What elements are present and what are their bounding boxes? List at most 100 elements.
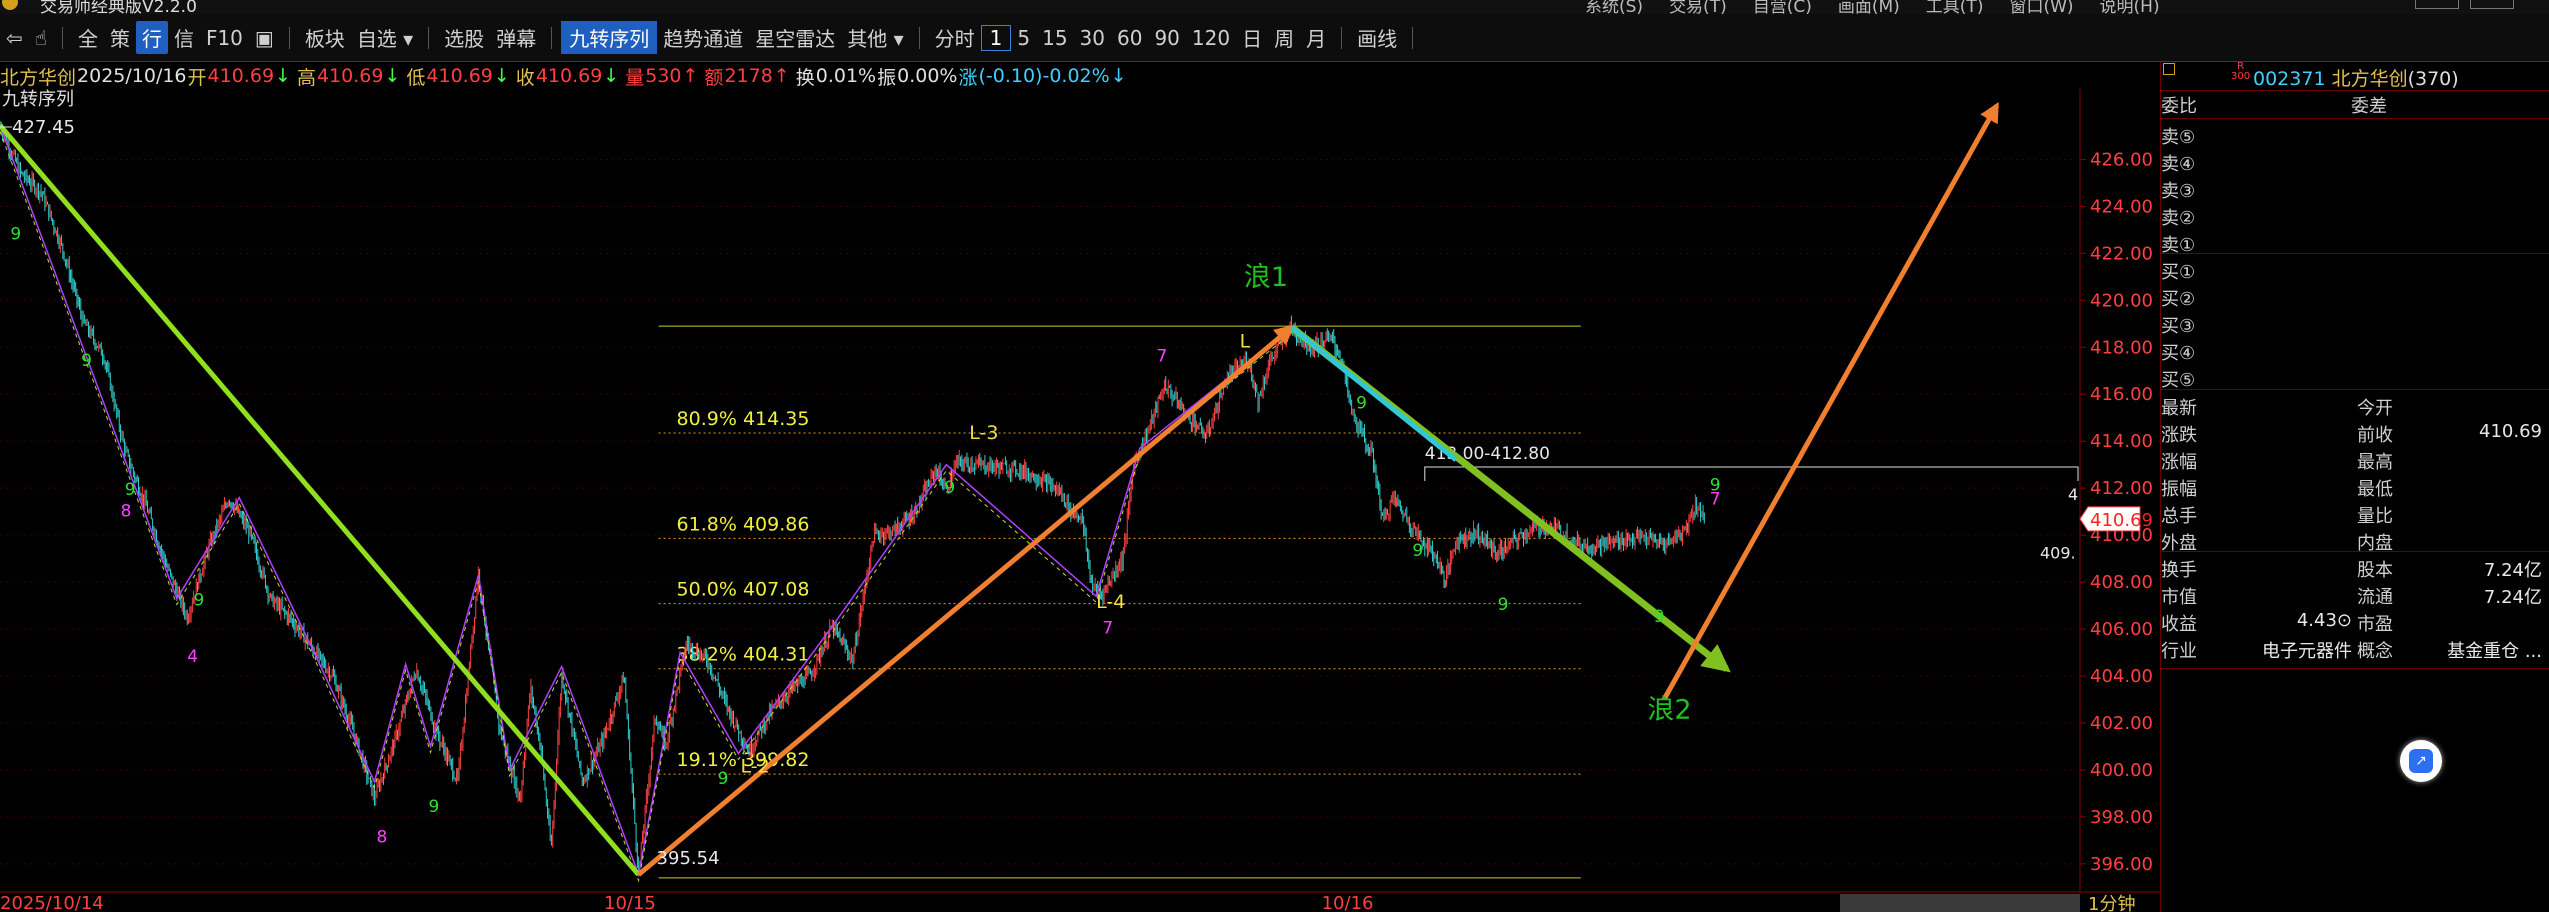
toolbar-trend-channel-button[interactable]: 趋势通道: [657, 21, 749, 54]
order-ratio-row: 委比 委差: [2161, 92, 2549, 119]
stats-label: 流通: [2357, 587, 2393, 608]
menu-item-3[interactable]: 画面(M): [1838, 0, 1900, 14]
layout-icon[interactable]: ▣: [249, 24, 280, 52]
toolbar-other-button[interactable]: 其他 ▾: [841, 21, 909, 54]
x-tick-label: 2025/10/14: [0, 893, 104, 912]
stats-label: 行业: [2161, 641, 2197, 662]
toolbar-sector-button[interactable]: 板块: [299, 21, 351, 54]
td-sequence-label: 9: [1412, 541, 1423, 561]
swing-label: L: [1240, 330, 1251, 352]
toolbar-td-sequence-button[interactable]: 九转序列: [561, 21, 658, 54]
quick-all-button[interactable]: 全: [72, 21, 104, 54]
menu-item-4[interactable]: 工具(T): [1926, 0, 1984, 14]
toolbar-radar-button[interactable]: 星空雷达: [749, 21, 841, 54]
quote-label: 涨跌: [2161, 425, 2197, 446]
period-1min-button[interactable]: 1: [980, 24, 1012, 51]
trend-line: [1661, 101, 1999, 701]
toolbar: ⇦ ☝ 全 策 行 信 F10 ▣ 板块 自选 ▾ 选股 弹幕 九转序列 趋势通…: [0, 14, 2549, 62]
wave-label: 浪2: [1647, 694, 1691, 725]
info-segment: ↓: [275, 65, 291, 87]
quote-label: 前收: [2357, 425, 2393, 446]
td-sequence-label: 9: [125, 480, 136, 500]
info-segment: (-0.10)-0.02%: [978, 65, 1110, 87]
stats-row: 行业 电子元器件 概念 基金重仓 ...: [2161, 637, 2549, 664]
price-info-line: 北方华创 2025/10/16 开 410.69 ↓ 高 410.69 ↓ 低 410.69 ↓ 收 4…: [0, 63, 1133, 89]
toolbar-screener-button[interactable]: 选股: [438, 21, 490, 54]
quick-f10-button[interactable]: F10: [200, 24, 249, 52]
td-sequence-label: 7: [1102, 619, 1113, 639]
zigzag-line: [0, 125, 1293, 878]
sell-level-label: 卖②: [2161, 208, 2196, 229]
quote-row: 振幅 最低: [2161, 475, 2549, 502]
toolbar-danmaku-button[interactable]: 弹幕: [490, 21, 542, 54]
stats-value: 7.24亿: [2483, 587, 2542, 608]
quick-quote-button[interactable]: 行: [135, 21, 168, 54]
horizontal-scrollbar: [1840, 894, 2080, 912]
quote-label: 最高: [2357, 452, 2393, 473]
info-segment: 涨: [958, 66, 978, 89]
info-segment: ↑: [682, 65, 699, 87]
menu-item-6[interactable]: 说明(H): [2100, 0, 2160, 14]
info-segment: 410.69: [426, 65, 493, 87]
quote-label: 最低: [2357, 479, 2393, 500]
y-tick-label: 400.00: [2090, 760, 2153, 781]
stats-label: 换手: [2161, 560, 2197, 581]
info-segment: ↓: [1110, 65, 1127, 87]
toolbar-draw-line-button[interactable]: 画线: [1351, 21, 1403, 54]
fib-level-label: 80.9% 414.35: [677, 408, 810, 430]
menu-item-5[interactable]: 窗口(W): [2009, 0, 2073, 14]
market-tag: R 300: [2231, 61, 2251, 82]
y-tick-label: 416.00: [2090, 384, 2153, 405]
period-month-button[interactable]: 月: [1300, 21, 1332, 54]
period-120min-button[interactable]: 120: [1186, 24, 1236, 52]
maximize-button[interactable]: [2470, 0, 2514, 9]
td-sequence-label: 9: [10, 224, 21, 244]
info-segment: ↓: [603, 65, 620, 87]
stock-name: 北方华创: [2331, 68, 2408, 90]
minimize-button[interactable]: [2415, 0, 2459, 9]
period-90min-button[interactable]: 90: [1148, 24, 1185, 52]
period-week-button[interactable]: 周: [1268, 21, 1300, 54]
quote-panel: R 300 002371 北方华创(370) 委比 委差 卖⑤ 卖④ 卖③ 卖② 卖① …: [2160, 62, 2549, 912]
trend-line: [1290, 325, 1458, 462]
y-tick-label: 426.00: [2090, 149, 2153, 170]
period-day-button[interactable]: 日: [1236, 21, 1268, 54]
quote-label: 量比: [2357, 506, 2393, 527]
x-tick-label: 10/16: [1322, 893, 1374, 912]
menu-item-2[interactable]: 自营(C): [1753, 0, 1812, 14]
panel-toggle-icon[interactable]: [2163, 63, 2175, 75]
buy-level-label: 买②: [2161, 289, 2196, 310]
quote-label: 最新: [2161, 398, 2197, 419]
stats-label: 市值: [2161, 587, 2197, 608]
buy-level-row: 买②: [2161, 285, 2549, 312]
kline-chart[interactable]: 426.00 424.00 422.00 420.00 418.00 416.00 414.…: [0, 89, 2160, 912]
period-intraday-button[interactable]: 分时: [929, 21, 981, 54]
td-sequence-label: 9: [193, 591, 204, 611]
info-segment: 高: [296, 66, 316, 89]
quick-info-button[interactable]: 信: [168, 21, 200, 54]
y-tick-label: 412.00: [2090, 478, 2153, 499]
menu-item-0[interactable]: 系统(S): [1585, 0, 1643, 14]
stats-label: 股本: [2357, 560, 2393, 581]
info-segment: 振: [877, 66, 897, 89]
info-segment: 410.69: [535, 65, 603, 87]
y-tick-label: 422.00: [2090, 243, 2153, 264]
quote-label: 振幅: [2161, 479, 2197, 500]
back-icon[interactable]: ⇦: [0, 24, 29, 52]
period-5min-button[interactable]: 5: [1011, 24, 1036, 52]
td-sequence-label: 9: [1654, 607, 1665, 627]
quick-strategy-button[interactable]: 策: [104, 21, 136, 54]
info-segment: 收: [515, 66, 535, 89]
menu-item-1[interactable]: 交易(T): [1669, 0, 1727, 14]
stats-value: 电子元器件: [2262, 641, 2352, 662]
toolbar-watchlist-button[interactable]: 自选 ▾: [351, 21, 419, 54]
info-segment: 0.01%: [815, 65, 877, 87]
y-tick-label: 398.00: [2090, 807, 2153, 828]
stats-row: 换手 股本 7.24亿: [2161, 556, 2549, 583]
period-60min-button[interactable]: 60: [1111, 24, 1148, 52]
info-segment: 410.69: [316, 65, 384, 87]
floating-share-button[interactable]: ↗: [2400, 740, 2442, 782]
period-15min-button[interactable]: 15: [1036, 24, 1073, 52]
pointer-icon[interactable]: ☝: [29, 24, 53, 52]
period-30min-button[interactable]: 30: [1074, 24, 1111, 52]
